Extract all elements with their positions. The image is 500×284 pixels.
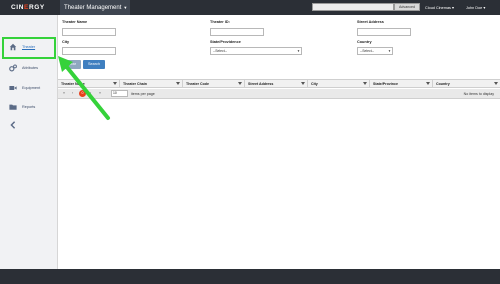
empty-grid-message: No items to display (463, 92, 494, 96)
filter-icon[interactable] (301, 82, 305, 85)
search-button[interactable]: Search (83, 60, 105, 69)
current-page-badge[interactable]: 0 (79, 90, 86, 97)
gears-icon (9, 64, 17, 72)
city-input[interactable] (62, 47, 116, 55)
theater-name-label: Theater Name (62, 20, 88, 24)
column-label: Theater Chain (123, 82, 147, 86)
column-state-province[interactable]: State/Province (370, 80, 433, 88)
top-bar: CINERGY Theater Management ▼ Advanced Clo… (0, 0, 500, 15)
column-street-address[interactable]: Street Address (245, 80, 308, 88)
theater-id-label: Theater ID: (210, 20, 230, 24)
filter-icon[interactable] (426, 82, 430, 85)
chevron-left-icon[interactable] (9, 121, 17, 129)
theater-name-input[interactable] (62, 28, 116, 36)
first-page-button[interactable]: « (63, 91, 65, 95)
user-name-label: John Doe (466, 6, 483, 10)
advanced-search-button[interactable]: Advanced (394, 3, 420, 11)
sidebar-item-reports[interactable]: Reports (0, 99, 58, 116)
cinergy-logo[interactable]: CINERGY (11, 4, 45, 11)
state-province-select[interactable]: --Select-- ▼ (210, 47, 302, 55)
video-camera-icon (9, 86, 17, 90)
column-label: Country (436, 82, 450, 86)
arrow-annotation-icon (58, 56, 110, 120)
state-select-value: --Select-- (213, 49, 227, 53)
grid-header: Theater Name Theater Chain Theater Code … (58, 79, 500, 88)
sidebar-item-label: Equipment (22, 86, 41, 90)
caret-down-icon: ▾ (452, 6, 454, 10)
sidebar-item-label: Attributes (22, 66, 39, 70)
global-search-input[interactable] (312, 3, 394, 11)
page-size-label: items per page (131, 92, 155, 96)
column-label: City (311, 82, 318, 86)
chevron-down-icon: ▼ (297, 49, 300, 53)
page-size-value: 10 (113, 91, 117, 95)
column-label: Street Address (248, 82, 274, 86)
app-title-label: Theater Management (64, 5, 122, 11)
filter-icon[interactable] (113, 82, 117, 85)
app-title-menu[interactable]: Theater Management ▼ (60, 0, 130, 15)
filter-icon[interactable] (238, 82, 242, 85)
column-label: State/Province (373, 82, 398, 86)
street-address-input[interactable] (357, 28, 411, 36)
sidebar-item-label: Reports (22, 105, 36, 109)
street-address-label: Street Address (357, 20, 384, 24)
column-theater-chain[interactable]: Theater Chain (120, 80, 183, 88)
organization-menu[interactable]: Cloud Cinemas ▾ (425, 5, 454, 10)
country-select[interactable]: --Select-- ▼ (357, 47, 393, 55)
country-select-value: --Select-- (360, 49, 374, 53)
highlight-box (2, 37, 56, 59)
filter-icon[interactable] (494, 82, 498, 85)
filter-icon[interactable] (176, 82, 180, 85)
grid-pager: « ‹ 0 › » 10 items per page No items to … (58, 89, 500, 99)
bottom-bar (0, 269, 500, 284)
last-page-button[interactable]: » (99, 91, 101, 95)
folder-icon (9, 104, 17, 110)
column-theater-name[interactable]: Theater Name (58, 80, 120, 88)
user-menu[interactable]: John Doe ▾ (466, 5, 485, 10)
theater-id-input[interactable] (210, 28, 264, 36)
country-label: Country (357, 40, 372, 44)
caret-down-icon: ▼ (123, 5, 128, 10)
prev-page-button[interactable]: ‹ (72, 91, 73, 95)
next-page-button[interactable]: › (90, 91, 91, 95)
logo-text-c: RGY (28, 4, 45, 11)
page-size-select[interactable]: 10 (111, 90, 128, 97)
sidebar-item-equipment[interactable]: Equipment (0, 80, 58, 97)
city-label: City (62, 40, 70, 44)
column-country[interactable]: Country (433, 80, 500, 88)
organization-label: Cloud Cinemas (425, 6, 451, 10)
logo-text-a: CIN (11, 4, 24, 11)
column-city[interactable]: City (308, 80, 370, 88)
clear-button[interactable]: Clear (62, 60, 81, 69)
chevron-down-icon: ▼ (388, 49, 391, 53)
filter-icon[interactable] (363, 82, 367, 85)
column-label: Theater Name (61, 82, 85, 86)
column-label: Theater Code (186, 82, 209, 86)
sidebar-item-attributes[interactable]: Attributes (0, 60, 58, 77)
state-province-label: State/Providence (210, 40, 241, 44)
column-theater-code[interactable]: Theater Code (183, 80, 245, 88)
caret-down-icon: ▾ (483, 6, 486, 10)
